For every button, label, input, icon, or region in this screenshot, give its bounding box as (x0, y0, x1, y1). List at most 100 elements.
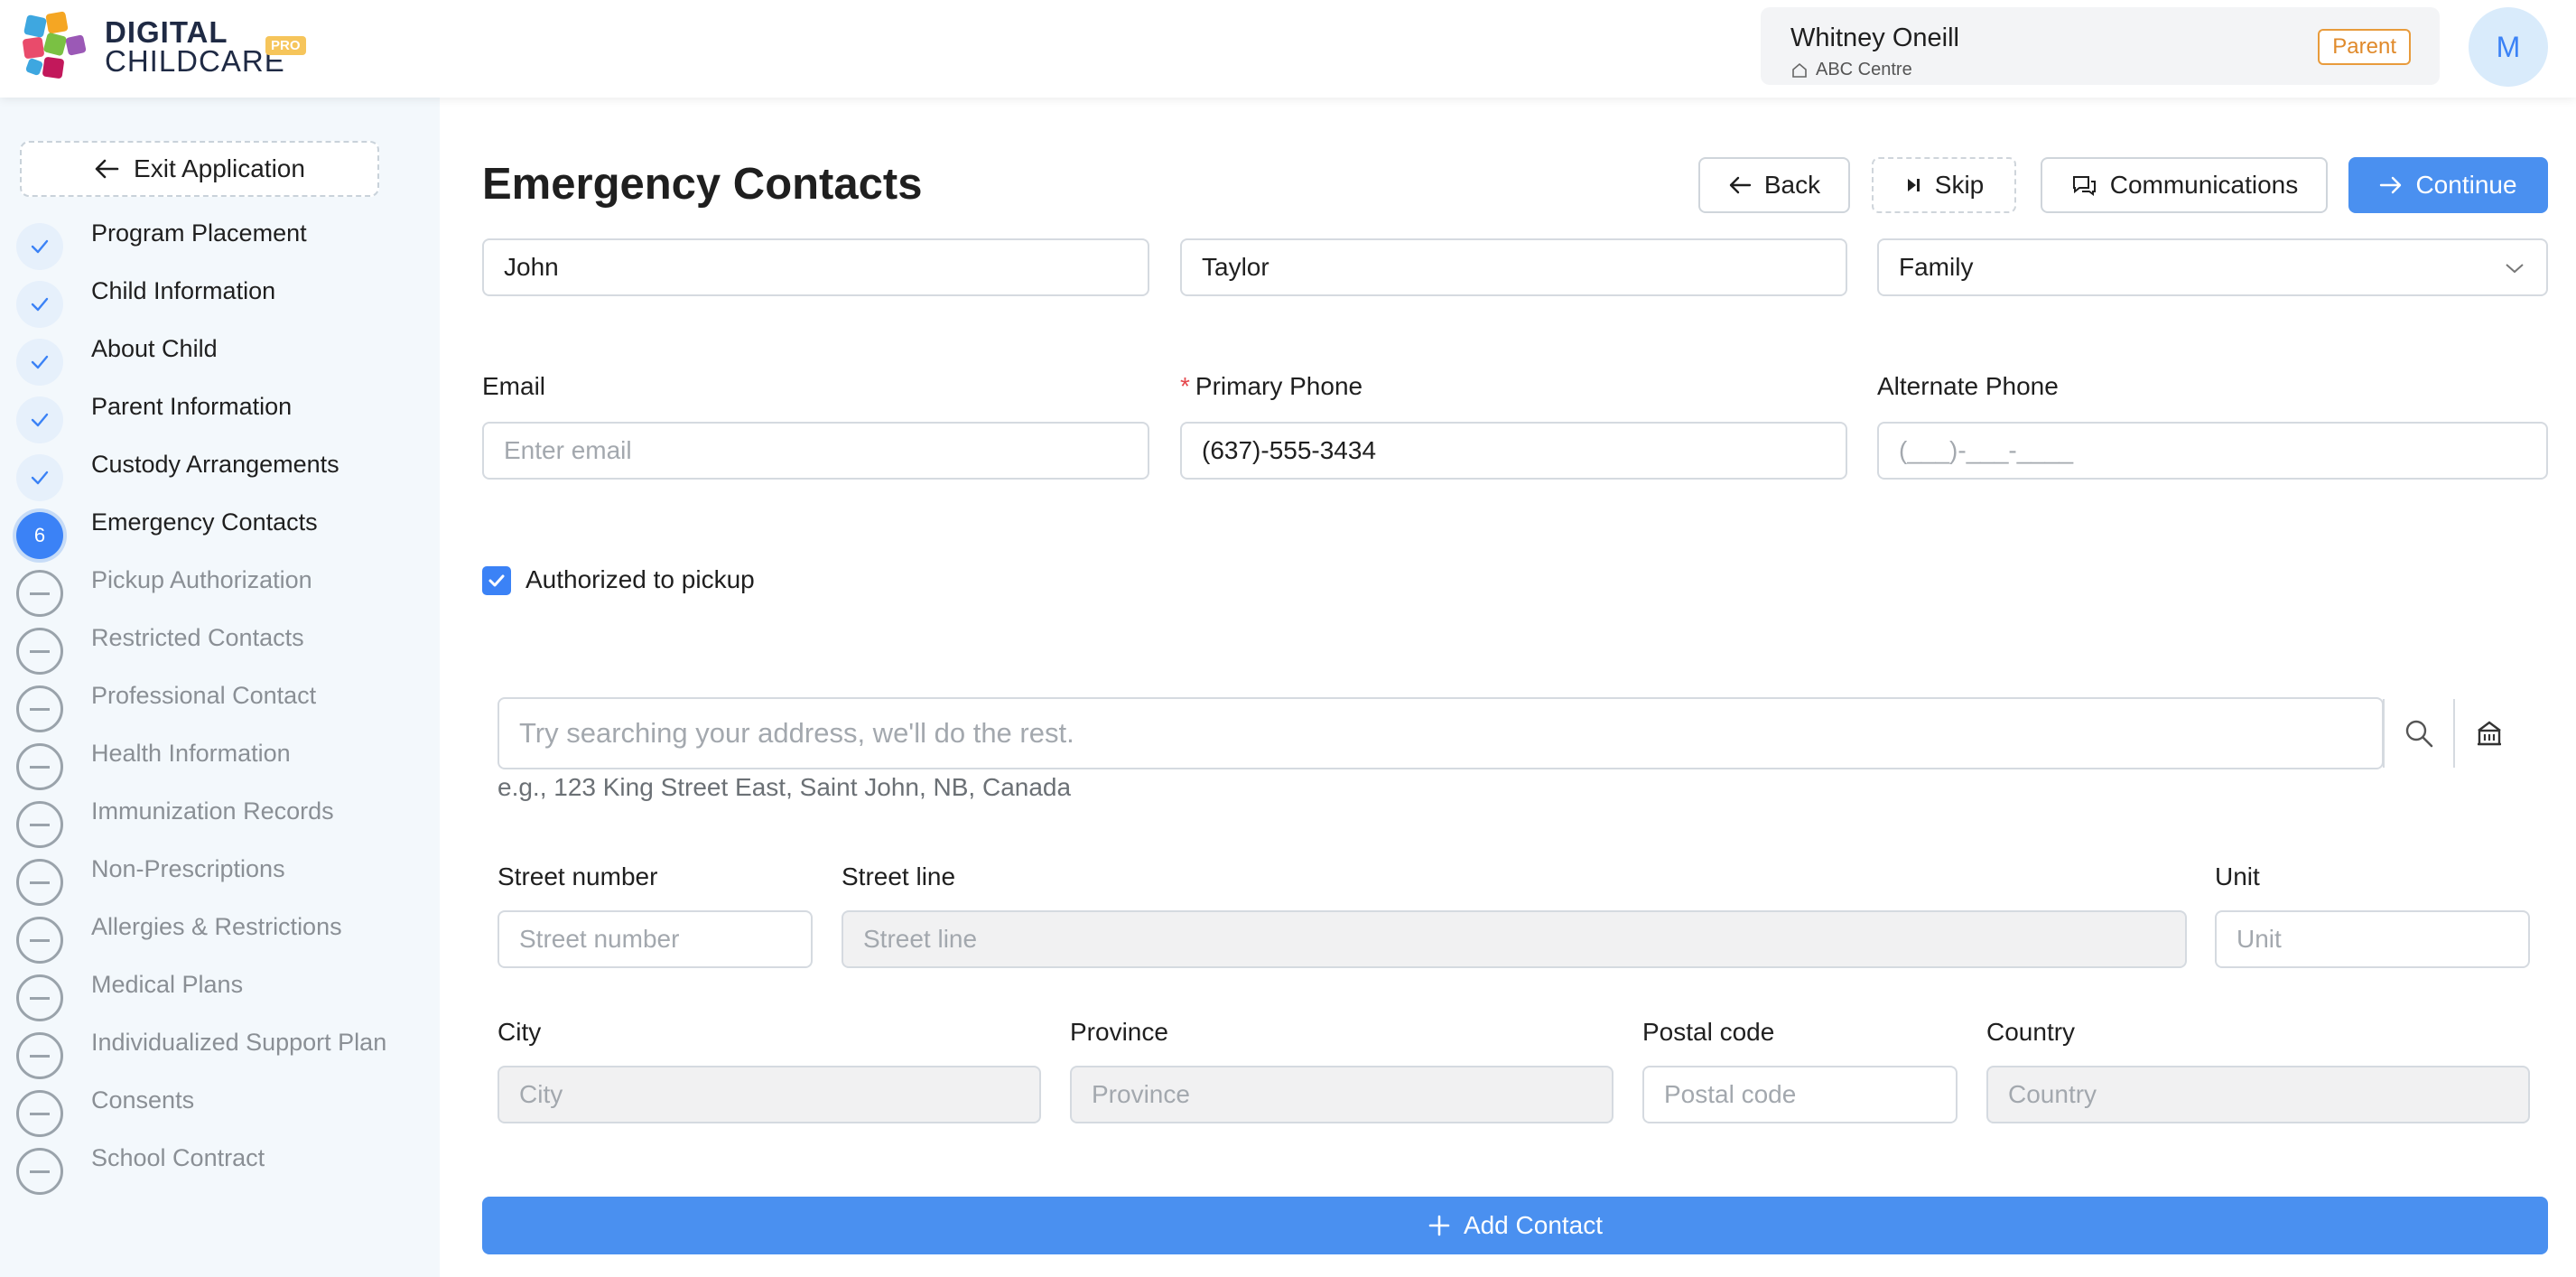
authorized-pickup-label: Authorized to pickup (525, 565, 755, 593)
address-hint: e.g., 123 King Street East, Saint John, … (498, 773, 1072, 801)
back-button[interactable]: Back (1698, 157, 1850, 213)
country-field[interactable]: Country (1986, 1066, 2530, 1123)
check-icon (16, 281, 63, 328)
chat-bubbles-icon (2072, 176, 2096, 196)
arrow-left-icon (1729, 176, 1752, 194)
address-search-box: Try searching your address, we'll do the… (498, 697, 2501, 769)
step-allergies-restrictions[interactable]: Allergies & Restrictions (16, 906, 432, 964)
step-restricted-contacts[interactable]: Restricted Contacts (16, 617, 432, 675)
communications-label: Communications (2109, 171, 2299, 199)
main-content: Emergency Contacts Back Skip Communicati… (440, 98, 2576, 1277)
postal-code-field[interactable]: Postal code (1642, 1066, 1958, 1123)
step-sidebar: Exit Application Program Placement Child… (0, 98, 440, 1277)
unit-label: Unit (2215, 862, 2260, 890)
city-label: City (498, 1018, 542, 1046)
step-label: Child Information (91, 277, 276, 304)
continue-label: Continue (2415, 171, 2517, 199)
relationship-select[interactable]: Family (1877, 238, 2548, 296)
brand-line-1: DIGITAL (105, 15, 228, 49)
step-label: Pickup Authorization (91, 566, 312, 593)
step-label: School Contract (91, 1144, 265, 1171)
back-label: Back (1763, 171, 1821, 199)
address-search-input[interactable]: Try searching your address, we'll do the… (519, 699, 1074, 768)
primary-phone-field[interactable]: (637)-555-3434 (1180, 422, 1847, 480)
step-program-placement[interactable]: Program Placement (16, 212, 432, 270)
search-button[interactable] (2383, 699, 2453, 768)
street-line-label: Street line (842, 862, 956, 890)
alternate-phone-label: Alternate Phone (1877, 372, 2059, 400)
step-label: Consents (91, 1086, 195, 1114)
step-immunization-records[interactable]: Immunization Records (16, 790, 432, 848)
alternate-phone-field[interactable]: (___)-___-____ (1877, 422, 2548, 480)
chevron-down-icon (2506, 264, 2524, 274)
skip-label: Skip (1934, 171, 1985, 199)
minus-circle-icon (16, 1032, 63, 1079)
manual-entry-button[interactable] (2453, 699, 2524, 768)
unit-field[interactable]: Unit (2215, 910, 2530, 968)
first-name-field[interactable]: John (482, 238, 1149, 296)
street-line-field[interactable]: Street line (842, 910, 2187, 968)
street-number-field[interactable]: Street number (498, 910, 813, 968)
relationship-value: Family (1899, 253, 1974, 281)
pro-badge: PRO (265, 36, 306, 55)
minus-circle-icon (16, 743, 63, 790)
arrow-right-icon (2380, 176, 2402, 194)
minus-circle-icon (16, 801, 63, 848)
step-individualized-support-plan[interactable]: Individualized Support Plan (16, 1021, 432, 1079)
add-contact-button[interactable]: Add Contact (482, 1197, 2548, 1254)
email-label: Email (482, 372, 546, 400)
home-icon (1792, 62, 1807, 78)
step-label: Custody Arrangements (91, 451, 339, 478)
plus-icon (1428, 1215, 1450, 1236)
step-child-information[interactable]: Child Information (16, 270, 432, 328)
step-label: Non-Prescriptions (91, 855, 285, 882)
communications-button[interactable]: Communications (2041, 157, 2328, 213)
arrow-left-icon (95, 159, 119, 179)
step-parent-information[interactable]: Parent Information (16, 386, 432, 443)
step-custody-arrangements[interactable]: Custody Arrangements (16, 443, 432, 501)
continue-button[interactable]: Continue (2348, 157, 2548, 213)
skip-button[interactable]: Skip (1872, 157, 2016, 213)
authorized-pickup-checkbox[interactable] (482, 566, 511, 595)
user-centre-label: ABC Centre (1816, 60, 1912, 79)
brand-logo[interactable]: DIGITAL CHILDCARE PRO (20, 9, 306, 85)
role-badge: Parent (2318, 29, 2411, 65)
step-label: About Child (91, 335, 218, 362)
step-non-prescriptions[interactable]: Non-Prescriptions (16, 848, 432, 906)
step-school-contract[interactable]: School Contract (16, 1137, 432, 1195)
puzzle-logo-icon (23, 11, 87, 79)
step-about-child[interactable]: About Child (16, 328, 432, 386)
step-pickup-authorization[interactable]: Pickup Authorization (16, 559, 432, 617)
email-field[interactable]: Enter email (482, 422, 1149, 480)
minus-circle-icon (16, 1090, 63, 1137)
brand-line-2: CHILDCARE (105, 44, 285, 78)
required-marker: * (1180, 372, 1190, 400)
primary-phone-label-wrap: * Primary Phone (1180, 372, 1362, 401)
minus-circle-icon (16, 859, 63, 906)
country-label: Country (1986, 1018, 2076, 1046)
step-label: Professional Contact (91, 682, 317, 709)
step-label: Restricted Contacts (91, 624, 304, 651)
user-card[interactable]: Whitney Oneill ABC Centre Parent (1761, 7, 2440, 85)
user-name: Whitney Oneill (1790, 23, 1959, 52)
exit-application-button[interactable]: Exit Application (20, 141, 379, 197)
step-label: Allergies & Restrictions (91, 913, 342, 940)
user-centre: ABC Centre (1790, 60, 1912, 80)
step-label: Health Information (91, 740, 291, 767)
step-medical-plans[interactable]: Medical Plans (16, 964, 432, 1021)
last-name-field[interactable]: Taylor (1180, 238, 1847, 296)
step-emergency-contacts[interactable]: 6 Emergency Contacts (16, 501, 432, 559)
step-label: Medical Plans (91, 971, 244, 998)
step-professional-contact[interactable]: Professional Contact (16, 675, 432, 732)
check-icon (16, 223, 63, 270)
primary-phone-label: Primary Phone (1195, 372, 1363, 400)
step-health-information[interactable]: Health Information (16, 732, 432, 790)
check-icon (16, 396, 63, 443)
city-field[interactable]: City (498, 1066, 1041, 1123)
province-field[interactable]: Province (1070, 1066, 1613, 1123)
step-list: Program Placement Child Information Abou… (16, 212, 432, 1195)
avatar[interactable]: M (2469, 7, 2548, 87)
check-icon (16, 454, 63, 501)
step-label: Program Placement (91, 219, 307, 247)
step-consents[interactable]: Consents (16, 1079, 432, 1137)
